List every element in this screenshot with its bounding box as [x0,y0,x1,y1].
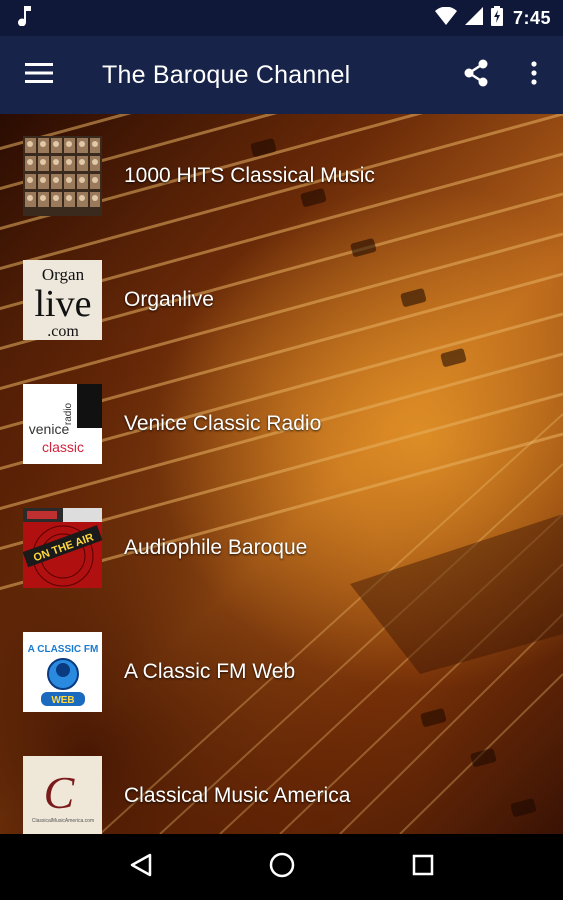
classical-music-america-logo: C ClassicalMusicAmerica.com [23,756,102,834]
venice-logo-text-classic: classic [42,439,84,455]
station-name: Venice Classic Radio [124,412,322,435]
status-time: 7:45 [512,7,551,28]
organlive-logo-text-3: .com [47,323,79,340]
more-vert-icon [531,60,537,90]
organlive-logo: Organ live .com [23,260,102,340]
classic-fm-logo-web: WEB [51,695,74,706]
station-name: A Classic FM Web [124,660,296,683]
home-icon [269,852,295,883]
composer-portraits-logo [23,136,102,216]
status-left [18,5,32,31]
list-item[interactable]: 1000 HITS Classical Music [0,114,563,238]
station-name: Organlive [124,288,214,311]
back-icon [130,853,152,882]
home-button[interactable] [252,837,312,897]
station-list: 1000 HITS Classical Music Organ live .co… [0,114,563,834]
cma-logo-letter: C [44,767,76,818]
back-button[interactable] [111,837,171,897]
list-item[interactable]: A CLASSIC FM WEB A Classic FM Web [0,610,563,734]
cell-signal-icon [464,6,483,30]
classic-fm-web-logo: A CLASSIC FM WEB [23,632,102,712]
classic-fm-logo-text: A CLASSIC FM [28,644,99,655]
menu-button[interactable] [0,36,80,114]
station-name: Classical Music America [124,784,351,807]
page-title: The Baroque Channel [102,60,351,89]
status-bar: 7:45 [0,0,563,36]
list-item[interactable]: radio venice classic Venice Classic Radi… [0,362,563,486]
share-icon [463,59,489,92]
share-button[interactable] [447,36,505,114]
overflow-menu-button[interactable] [505,36,563,114]
recents-button[interactable] [393,837,453,897]
wifi-icon [434,6,457,30]
menu-icon [25,62,53,88]
list-item[interactable]: ON THE AIR Audiophile Baroque [0,486,563,610]
status-right: 7:45 [434,5,551,31]
audiophile-logo: ON THE AIR [23,508,102,588]
system-nav-bar [0,834,563,900]
station-list-container[interactable]: 1000 HITS Classical Music Organ live .co… [0,114,563,834]
venice-classic-logo: radio venice classic [23,384,102,464]
station-name: Audiophile Baroque [124,536,308,559]
station-name: 1000 HITS Classical Music [124,164,375,187]
venice-logo-text-venice: venice [29,421,70,437]
cma-logo-url: ClassicalMusicAmerica.com [32,818,94,824]
battery-charging-icon [490,5,503,31]
recents-icon [412,854,434,881]
app-bar: The Baroque Channel [0,36,563,114]
organlive-logo-text-1: Organ [42,265,85,284]
list-item[interactable]: C ClassicalMusicAmerica.com Classical Mu… [0,734,563,834]
music-note-icon [18,5,32,31]
list-item[interactable]: Organ live .com Organlive [0,238,563,362]
organlive-logo-text-2: live [35,283,92,325]
